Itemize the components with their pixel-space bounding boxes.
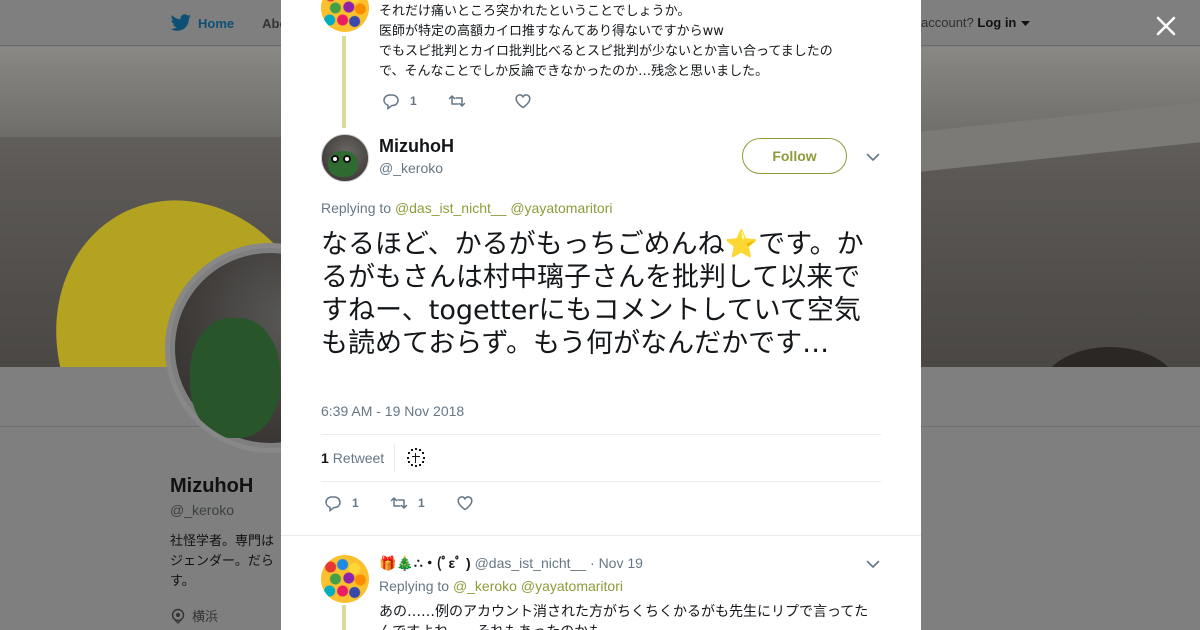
reply-icon [325,496,341,512]
replying-to: Replying to @_keroko @yayatomaritori [379,578,623,594]
stats-divider [394,444,396,472]
tweet-text-line: 医師が特定の高額カイロ推すなんてあり得ないですからww [379,24,724,39]
avatar[interactable] [321,555,369,603]
follow-button[interactable]: Follow [742,138,847,174]
profile-location-text: 横浜 [192,610,219,625]
reply-tweet-header: 🎁🎄∴・(ﾟεﾟ ) @das_ist_nicht__ · Nov 19 [379,553,643,573]
location-pin-icon [171,608,185,624]
close-icon[interactable] [1150,10,1182,42]
account-prompt: account? [921,15,974,30]
reply-count: 1 [410,94,417,108]
tweet-text: あの……例のアカウント消された方がちくちくかるがも先生にリプで言ってたんですよね… [379,604,869,630]
retweet-button[interactable]: 1 [390,494,426,512]
tweet-stats: 1 Retweet [321,434,881,482]
tweet-timestamp[interactable]: 6:39 AM - 19 Nov 2018 [321,403,464,419]
retweet-count: 1 [418,496,425,510]
mention-link[interactable]: @_keroko [453,578,517,594]
tweet-actions: 1 1 [324,494,522,512]
tweet-actions: 1 [382,92,580,110]
chevron-down-icon[interactable] [865,149,881,165]
tweet-time[interactable]: Nov 19 [599,555,643,571]
tweet-text-line: それだけ痛いところ突かれたということでしょうか。 [379,4,691,19]
profile-bio-line: 社怪学者。専門は [170,534,275,549]
avatar[interactable] [321,0,369,32]
like-button[interactable] [514,92,550,110]
profile-bio-line: ジェンダー。だら [170,554,274,569]
separator-dot: · [590,555,595,571]
mention-link[interactable]: @yayatomaritori [521,578,623,594]
nav-home-link[interactable]: Home [198,16,234,31]
replying-prefix: Replying to [321,200,392,216]
main-tweet-header: MizuhoH @_keroko Follow [321,134,881,184]
like-button[interactable] [456,494,492,512]
nav-login-area: account? Log in [921,15,1031,30]
replying-prefix: Replying to [379,578,450,594]
thread-connector [342,605,346,630]
reply-button[interactable]: 1 [324,494,360,512]
mention-link[interactable]: @das_ist_nicht__ [395,200,507,216]
mention-link[interactable]: @yayatomaritori [510,200,612,216]
profile-location: 横浜 [170,606,218,625]
heart-icon [457,496,473,511]
author-handle[interactable]: @_keroko [379,160,443,176]
tweet-text-line: でもスピ批判とカイロ批判比べるとスピ批判が少ないとか言い合ってましたの [379,44,833,59]
thread-connector [342,36,346,128]
login-link[interactable]: Log in [977,15,1016,30]
reply-tweet[interactable]: 🎁🎄∴・(ﾟεﾟ ) @das_ist_nicht__ · Nov 19 Rep… [281,535,921,630]
tweet-text: それだけ痛いところ突かれたということでしょうか。 医師が特定の高額カイロ推すなん… [379,2,879,82]
caret-down-icon[interactable] [1021,21,1031,27]
bird-icon[interactable] [170,14,192,32]
avatar[interactable] [321,134,369,182]
author-name[interactable]: MizuhoH [379,136,454,157]
retweet-stat-count[interactable]: 1 [321,450,329,466]
author-name[interactable]: 🎁🎄∴・(ﾟεﾟ ) [379,555,471,571]
reply-button[interactable]: 1 [382,92,418,110]
nav-left: Home Abo [170,0,287,46]
ancestor-tweet[interactable]: それだけ痛いところ突かれたということでしょうか。 医師が特定の高額カイロ推すなん… [281,0,921,128]
main-tweet-text: なるほど、かるがもっちごめんね⭐です。かるがもさんは村中璃子さんを批判して以来で… [321,229,864,359]
heart-icon [515,94,531,109]
tweet-permalink-modal: それだけ痛いところ突かれたということでしょうか。 医師が特定の高額カイロ推すなん… [281,0,921,630]
retweet-icon [390,497,408,509]
profile-name[interactable]: MizuhoH [170,475,253,498]
chevron-down-icon[interactable] [865,556,881,572]
tweet-text-line: で、そんなことでしか反論できなかったのか…残念と思いました。 [379,64,769,79]
retweet-button[interactable] [448,92,484,110]
retweet-stat-label[interactable]: Retweet [333,450,384,466]
profile-handle[interactable]: @_keroko [170,502,234,518]
reply-icon [383,94,399,110]
author-handle[interactable]: @das_ist_nicht__ [475,555,587,571]
profile-bio-line: す。 [170,574,195,589]
retweet-icon [448,95,466,107]
loading-spinner-icon [407,448,426,467]
profile-bio: 社怪学者。専門は ジェンダー。だら す。 [170,532,282,594]
replying-to: Replying to @das_ist_nicht__ @yayatomari… [321,200,612,216]
reply-count: 1 [352,496,359,510]
